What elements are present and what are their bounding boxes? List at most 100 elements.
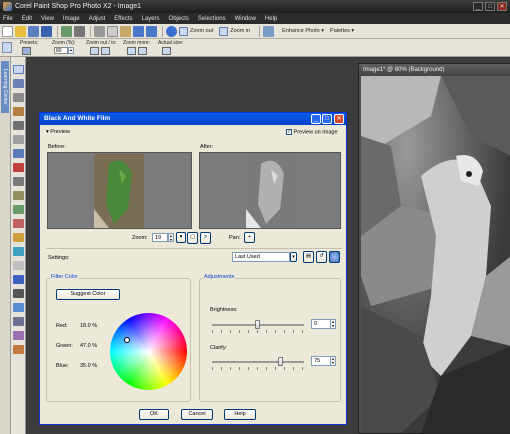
- open-folder-icon[interactable]: [15, 25, 26, 37]
- crop-tool-icon[interactable]: [13, 135, 24, 144]
- dialog-zoom-input[interactable]: 19: [152, 233, 168, 242]
- zoom-to-100-icon[interactable]: ▢: [187, 232, 198, 244]
- brightness-label: Brightness:: [210, 307, 238, 313]
- dialog-maximize-button[interactable]: □: [322, 114, 332, 124]
- browse-icon[interactable]: [28, 25, 39, 37]
- print-icon[interactable]: [74, 25, 85, 37]
- new-file-icon[interactable]: [2, 25, 13, 37]
- presets-picker-icon[interactable]: [22, 47, 31, 55]
- menu-file[interactable]: File: [3, 16, 13, 22]
- help-button[interactable]: Help: [224, 409, 256, 420]
- randomize-icon[interactable]: [329, 251, 340, 263]
- zoom-in-icon[interactable]: [101, 47, 110, 55]
- lighten-darken-icon[interactable]: [13, 247, 24, 256]
- dialog-close-button[interactable]: ✕: [334, 114, 344, 124]
- zoom-out-button[interactable]: Zoom out: [179, 26, 213, 36]
- selection-tool-icon[interactable]: [13, 107, 24, 116]
- clarify-spinner[interactable]: ▴ ▾: [330, 356, 336, 366]
- scratch-remover-icon[interactable]: [13, 205, 24, 214]
- palettes-menu[interactable]: Palettes ▾: [330, 28, 354, 34]
- minimize-button[interactable]: _: [473, 2, 483, 11]
- reset-icon[interactable]: ↺: [316, 251, 327, 263]
- brightness-input[interactable]: 0: [311, 319, 331, 329]
- flood-fill-icon[interactable]: [13, 275, 24, 284]
- zoom-fit-icon[interactable]: [138, 47, 147, 55]
- layout-icon[interactable]: [263, 25, 275, 37]
- warp-brush-icon[interactable]: [13, 331, 24, 340]
- app-icon: [3, 2, 12, 11]
- dialog-title: Black And White Film: [40, 113, 346, 125]
- clone-brush-icon[interactable]: [13, 191, 24, 200]
- before-preview[interactable]: [47, 152, 192, 229]
- enhance-photo-menu[interactable]: Enhance Photo ▾: [282, 28, 324, 34]
- zoom-out-icon[interactable]: [90, 47, 99, 55]
- undo-icon[interactable]: [133, 25, 144, 37]
- clarify-input[interactable]: 75: [311, 356, 331, 366]
- zoom-to-fit-icon[interactable]: ⌕: [200, 232, 211, 244]
- zoom-more-icon[interactable]: [127, 47, 136, 55]
- dropper-tool-icon[interactable]: [13, 121, 24, 130]
- straighten-tool-icon[interactable]: [13, 149, 24, 158]
- color-wheel-marker[interactable]: [124, 337, 130, 343]
- image-window[interactable]: Image1* @ 80% (Background): [358, 63, 510, 434]
- pan-tool-icon[interactable]: [13, 65, 24, 74]
- pen-tool-icon[interactable]: [13, 317, 24, 326]
- menu-view[interactable]: View: [41, 16, 54, 22]
- cancel-button[interactable]: Cancel: [181, 409, 213, 420]
- menu-window[interactable]: Window: [235, 16, 256, 22]
- preset-shape-icon[interactable]: [13, 303, 24, 312]
- brightness-slider-handle[interactable]: [255, 320, 260, 329]
- zoom-percent-input[interactable]: 80: [54, 47, 68, 54]
- zoom-in-button[interactable]: Zoom in: [219, 26, 250, 36]
- settings-select[interactable]: Last Used: [232, 252, 290, 262]
- clarify-track[interactable]: [212, 361, 304, 363]
- menu-image[interactable]: Image: [63, 16, 80, 22]
- eraser-icon[interactable]: [13, 261, 24, 270]
- airbrush-icon[interactable]: [13, 233, 24, 242]
- mesh-warp-icon[interactable]: [13, 345, 24, 354]
- menu-effects[interactable]: Effects: [114, 16, 132, 22]
- zoom-out-in-label: Zoom out / in:: [86, 40, 117, 46]
- zoom-mode-button[interactable]: ▾: [176, 232, 186, 243]
- makeover-tool-icon[interactable]: [13, 177, 24, 186]
- zoom-spinner[interactable]: ▴: [68, 47, 74, 54]
- menu-edit[interactable]: Edit: [22, 16, 32, 22]
- settings-label: Settings:: [48, 255, 70, 261]
- suggest-color-button[interactable]: Suggest Color: [56, 289, 120, 300]
- menu-objects[interactable]: Objects: [169, 16, 189, 22]
- paste-icon[interactable]: [120, 25, 131, 37]
- paint-brush-icon[interactable]: [13, 219, 24, 228]
- actual-size-icon[interactable]: [162, 47, 171, 55]
- maximize-button[interactable]: □: [485, 2, 495, 11]
- red-value: 18.0 %: [80, 323, 98, 329]
- dialog-minimize-button[interactable]: _: [311, 114, 321, 124]
- scan-icon[interactable]: [61, 25, 72, 37]
- redo-icon[interactable]: [146, 25, 157, 37]
- pan-icon[interactable]: +: [244, 232, 255, 243]
- brightness-spinner[interactable]: ▴ ▾: [330, 319, 336, 329]
- learning-center-tab[interactable]: Learning Center: [1, 61, 9, 113]
- close-button[interactable]: ✕: [497, 2, 507, 11]
- copy-icon[interactable]: [107, 25, 118, 37]
- ok-button[interactable]: OK: [139, 409, 169, 420]
- menu-selections[interactable]: Selections: [198, 16, 226, 22]
- info-icon[interactable]: [166, 25, 177, 37]
- red-eye-tool-icon[interactable]: [13, 163, 24, 172]
- after-preview[interactable]: [199, 152, 341, 229]
- menu-adjust[interactable]: Adjust: [89, 16, 106, 22]
- color-wheel[interactable]: [110, 313, 187, 390]
- zoom-tool-icon[interactable]: [13, 79, 24, 88]
- save-icon[interactable]: [41, 25, 52, 37]
- pick-tool-icon[interactable]: [13, 93, 24, 102]
- clarify-slider-handle[interactable]: [278, 357, 283, 366]
- menu-help[interactable]: Help: [265, 16, 277, 22]
- preview-toggle[interactable]: ▾ Preview: [46, 129, 70, 135]
- settings-dropdown-arrow[interactable]: ▾: [290, 252, 297, 262]
- menu-layers[interactable]: Layers: [142, 16, 160, 22]
- cut-icon[interactable]: [94, 25, 105, 37]
- save-preset-icon[interactable]: ▤: [303, 251, 314, 263]
- text-tool-icon[interactable]: [13, 289, 24, 298]
- dialog-zoom-spinner[interactable]: ▴ ▾: [168, 233, 174, 242]
- bw-iguana-photo[interactable]: [361, 76, 510, 433]
- preview-on-image-checkbox[interactable]: ✓ Preview on Image: [286, 129, 338, 135]
